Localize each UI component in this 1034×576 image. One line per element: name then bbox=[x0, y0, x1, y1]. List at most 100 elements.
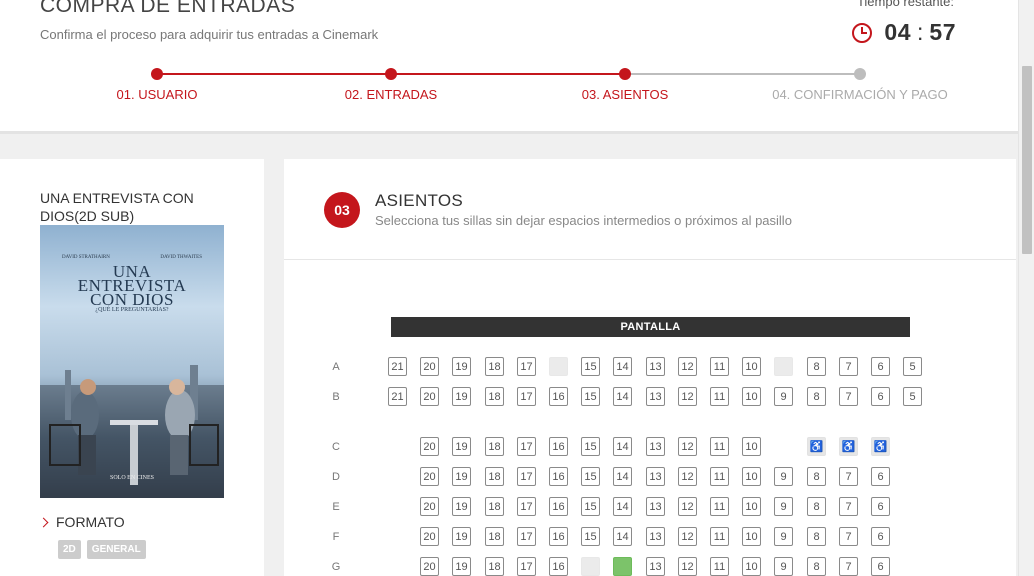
seat-b-16[interactable]: 16 bbox=[549, 387, 568, 406]
seat-e-8[interactable]: 8 bbox=[807, 497, 826, 516]
seat-b-21[interactable]: 21 bbox=[388, 387, 407, 406]
seat-d-12[interactable]: 12 bbox=[678, 467, 697, 486]
step-asientos[interactable]: 03. ASIENTOS bbox=[582, 87, 668, 102]
seat-e-17[interactable]: 17 bbox=[517, 497, 536, 516]
seat-b-14[interactable]: 14 bbox=[613, 387, 632, 406]
seat-f-6[interactable]: 6 bbox=[871, 527, 890, 546]
seat-e-15[interactable]: 15 bbox=[581, 497, 600, 516]
seat-a-12[interactable]: 12 bbox=[678, 357, 697, 376]
seat-a-21[interactable]: 21 bbox=[388, 357, 407, 376]
format-toggle[interactable]: FORMATO bbox=[38, 514, 125, 530]
seat-b-10[interactable]: 10 bbox=[742, 387, 761, 406]
seat-e-9[interactable]: 9 bbox=[774, 497, 793, 516]
seat-g-16[interactable]: 16 bbox=[549, 557, 568, 576]
seat-d-15[interactable]: 15 bbox=[581, 467, 600, 486]
seat-e-13[interactable]: 13 bbox=[646, 497, 665, 516]
seat-e-7[interactable]: 7 bbox=[839, 497, 858, 516]
seat-d-18[interactable]: 18 bbox=[485, 467, 504, 486]
seat-a-8[interactable]: 8 bbox=[807, 357, 826, 376]
seat-a-17[interactable]: 17 bbox=[517, 357, 536, 376]
seat-wheelchair-icon[interactable]: ♿ bbox=[871, 437, 890, 456]
seat-b-13[interactable]: 13 bbox=[646, 387, 665, 406]
seat-f-15[interactable]: 15 bbox=[581, 527, 600, 546]
page-scrollbar[interactable] bbox=[1018, 0, 1034, 576]
seat-f-16[interactable]: 16 bbox=[549, 527, 568, 546]
seat-f-14[interactable]: 14 bbox=[613, 527, 632, 546]
seat-g-19[interactable]: 19 bbox=[452, 557, 471, 576]
seat-b-20[interactable]: 20 bbox=[420, 387, 439, 406]
seat-b-12[interactable]: 12 bbox=[678, 387, 697, 406]
seat-f-12[interactable]: 12 bbox=[678, 527, 697, 546]
seat-c-12[interactable]: 12 bbox=[678, 437, 697, 456]
seat-c-18[interactable]: 18 bbox=[485, 437, 504, 456]
seat-c-20[interactable]: 20 bbox=[420, 437, 439, 456]
seat-a-20[interactable]: 20 bbox=[420, 357, 439, 376]
seat-g-9[interactable]: 9 bbox=[774, 557, 793, 576]
seat-a-13[interactable]: 13 bbox=[646, 357, 665, 376]
seat-a-19[interactable]: 19 bbox=[452, 357, 471, 376]
seat-g-12[interactable]: 12 bbox=[678, 557, 697, 576]
seat-c-14[interactable]: 14 bbox=[613, 437, 632, 456]
seat-g-11[interactable]: 11 bbox=[710, 557, 729, 576]
seat-c-11[interactable]: 11 bbox=[710, 437, 729, 456]
seat-b-19[interactable]: 19 bbox=[452, 387, 471, 406]
seat-e-11[interactable]: 11 bbox=[710, 497, 729, 516]
seat-a-7[interactable]: 7 bbox=[839, 357, 858, 376]
seat-f-17[interactable]: 17 bbox=[517, 527, 536, 546]
seat-g-8[interactable]: 8 bbox=[807, 557, 826, 576]
seat-wheelchair-icon[interactable]: ♿ bbox=[839, 437, 858, 456]
seat-d-9[interactable]: 9 bbox=[774, 467, 793, 486]
seat-d-16[interactable]: 16 bbox=[549, 467, 568, 486]
seat-a-11[interactable]: 11 bbox=[710, 357, 729, 376]
seat-g-17[interactable]: 17 bbox=[517, 557, 536, 576]
seat-e-14[interactable]: 14 bbox=[613, 497, 632, 516]
seat-f-18[interactable]: 18 bbox=[485, 527, 504, 546]
seat-d-8[interactable]: 8 bbox=[807, 467, 826, 486]
scrollbar-thumb[interactable] bbox=[1022, 66, 1032, 254]
seat-b-18[interactable]: 18 bbox=[485, 387, 504, 406]
seat-d-19[interactable]: 19 bbox=[452, 467, 471, 486]
seat-wheelchair-icon[interactable]: ♿ bbox=[807, 437, 826, 456]
seat-c-15[interactable]: 15 bbox=[581, 437, 600, 456]
seat-g-7[interactable]: 7 bbox=[839, 557, 858, 576]
seat-f-10[interactable]: 10 bbox=[742, 527, 761, 546]
seat-d-13[interactable]: 13 bbox=[646, 467, 665, 486]
seat-a-15[interactable]: 15 bbox=[581, 357, 600, 376]
seat-b-15[interactable]: 15 bbox=[581, 387, 600, 406]
seat-selected[interactable] bbox=[613, 557, 632, 576]
seat-d-7[interactable]: 7 bbox=[839, 467, 858, 486]
seat-a-10[interactable]: 10 bbox=[742, 357, 761, 376]
seat-e-12[interactable]: 12 bbox=[678, 497, 697, 516]
seat-f-20[interactable]: 20 bbox=[420, 527, 439, 546]
seat-f-19[interactable]: 19 bbox=[452, 527, 471, 546]
seat-e-16[interactable]: 16 bbox=[549, 497, 568, 516]
seat-e-6[interactable]: 6 bbox=[871, 497, 890, 516]
seat-e-19[interactable]: 19 bbox=[452, 497, 471, 516]
seat-f-9[interactable]: 9 bbox=[774, 527, 793, 546]
step-usuario[interactable]: 01. USUARIO bbox=[117, 87, 198, 102]
seat-e-18[interactable]: 18 bbox=[485, 497, 504, 516]
seat-b-8[interactable]: 8 bbox=[807, 387, 826, 406]
seat-f-13[interactable]: 13 bbox=[646, 527, 665, 546]
seat-g-6[interactable]: 6 bbox=[871, 557, 890, 576]
seat-b-5[interactable]: 5 bbox=[903, 387, 922, 406]
seat-a-6[interactable]: 6 bbox=[871, 357, 890, 376]
seat-g-13[interactable]: 13 bbox=[646, 557, 665, 576]
seat-a-5[interactable]: 5 bbox=[903, 357, 922, 376]
step-entradas[interactable]: 02. ENTRADAS bbox=[345, 87, 437, 102]
seat-c-16[interactable]: 16 bbox=[549, 437, 568, 456]
seat-c-17[interactable]: 17 bbox=[517, 437, 536, 456]
seat-f-11[interactable]: 11 bbox=[710, 527, 729, 546]
seat-b-17[interactable]: 17 bbox=[517, 387, 536, 406]
seat-g-20[interactable]: 20 bbox=[420, 557, 439, 576]
seat-d-14[interactable]: 14 bbox=[613, 467, 632, 486]
seat-g-10[interactable]: 10 bbox=[742, 557, 761, 576]
seat-d-10[interactable]: 10 bbox=[742, 467, 761, 486]
seat-a-18[interactable]: 18 bbox=[485, 357, 504, 376]
seat-c-10[interactable]: 10 bbox=[742, 437, 761, 456]
seat-a-14[interactable]: 14 bbox=[613, 357, 632, 376]
seat-d-20[interactable]: 20 bbox=[420, 467, 439, 486]
seat-c-19[interactable]: 19 bbox=[452, 437, 471, 456]
seat-b-11[interactable]: 11 bbox=[710, 387, 729, 406]
seat-d-6[interactable]: 6 bbox=[871, 467, 890, 486]
